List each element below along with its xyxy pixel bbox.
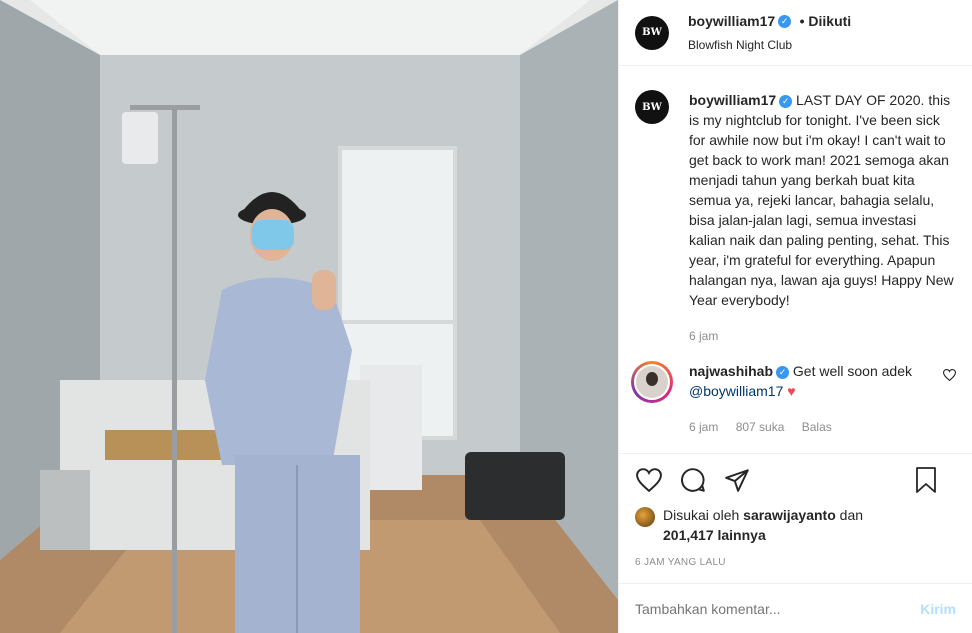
post-sidebar: BW boywilliam17 ✓ • Diikuti Blowfish Nigh…	[618, 0, 972, 633]
reply-button[interactable]: Balas	[802, 420, 832, 434]
comment-mention[interactable]: @boywilliam17	[689, 383, 783, 399]
follow-status[interactable]: • Diikuti	[800, 13, 852, 29]
verified-icon: ✓	[779, 94, 793, 108]
author-avatar[interactable]: BW	[635, 15, 669, 50]
post-photo[interactable]	[0, 0, 618, 633]
author-username[interactable]: boywilliam17	[688, 13, 775, 29]
caption-text: LAST DAY OF 2020. this is my nightclub f…	[689, 92, 954, 308]
red-heart-emoji: ♥	[787, 383, 796, 399]
comment-likes[interactable]: 807 suka	[736, 420, 785, 434]
share-paper-plane-icon[interactable]	[723, 466, 751, 494]
caption-username[interactable]: boywilliam17	[689, 92, 776, 108]
comments-section: BW boywilliam17 ✓ LAST DAY OF 2020. this …	[619, 66, 972, 453]
likes-prefix: Disukai oleh	[663, 507, 740, 523]
comment-time[interactable]: 6 jam	[689, 420, 718, 434]
likes-summary: Disukai oleh sarawijayanto dan 201,417 l…	[619, 505, 972, 545]
comment-bubble-icon[interactable]	[679, 466, 707, 494]
post-header: BW boywilliam17 ✓ • Diikuti Blowfish Nigh…	[619, 0, 972, 66]
hospital-room-photo	[0, 0, 618, 633]
likes-count[interactable]: 201,417 lainnya	[663, 527, 766, 543]
like-heart-icon[interactable]	[635, 466, 663, 494]
avatar-text: BW	[642, 27, 662, 38]
commenter-avatar[interactable]	[631, 361, 673, 403]
verified-icon: ✓	[778, 15, 792, 29]
comment-like-heart-icon[interactable]	[942, 369, 957, 384]
comment-text: Get well soon adek	[792, 363, 912, 379]
liker-avatar[interactable]	[635, 507, 655, 527]
verified-icon: ✓	[776, 365, 790, 379]
likes-conj: dan	[839, 507, 864, 523]
add-comment-bar: Kirim	[619, 583, 972, 633]
comment-input[interactable]	[635, 600, 921, 617]
liker-username[interactable]: sarawijayanto	[743, 507, 836, 523]
caption-time[interactable]: 6 jam	[689, 329, 718, 343]
post-location[interactable]: Blowfish Night Club	[688, 38, 851, 52]
caption: BW boywilliam17 ✓ LAST DAY OF 2020. this …	[635, 90, 956, 346]
commenter-username[interactable]: najwashihab	[689, 363, 773, 379]
caption-avatar[interactable]: BW	[635, 90, 669, 124]
post-actions	[619, 453, 972, 505]
post-timestamp[interactable]: 6 JAM YANG LALU	[619, 545, 972, 583]
send-button[interactable]: Kirim	[920, 601, 956, 617]
bookmark-icon[interactable]	[912, 466, 940, 494]
avatar-text: BW	[642, 101, 662, 113]
comment-item: najwashihab ✓ Get well soon adek @boywill…	[631, 361, 957, 437]
